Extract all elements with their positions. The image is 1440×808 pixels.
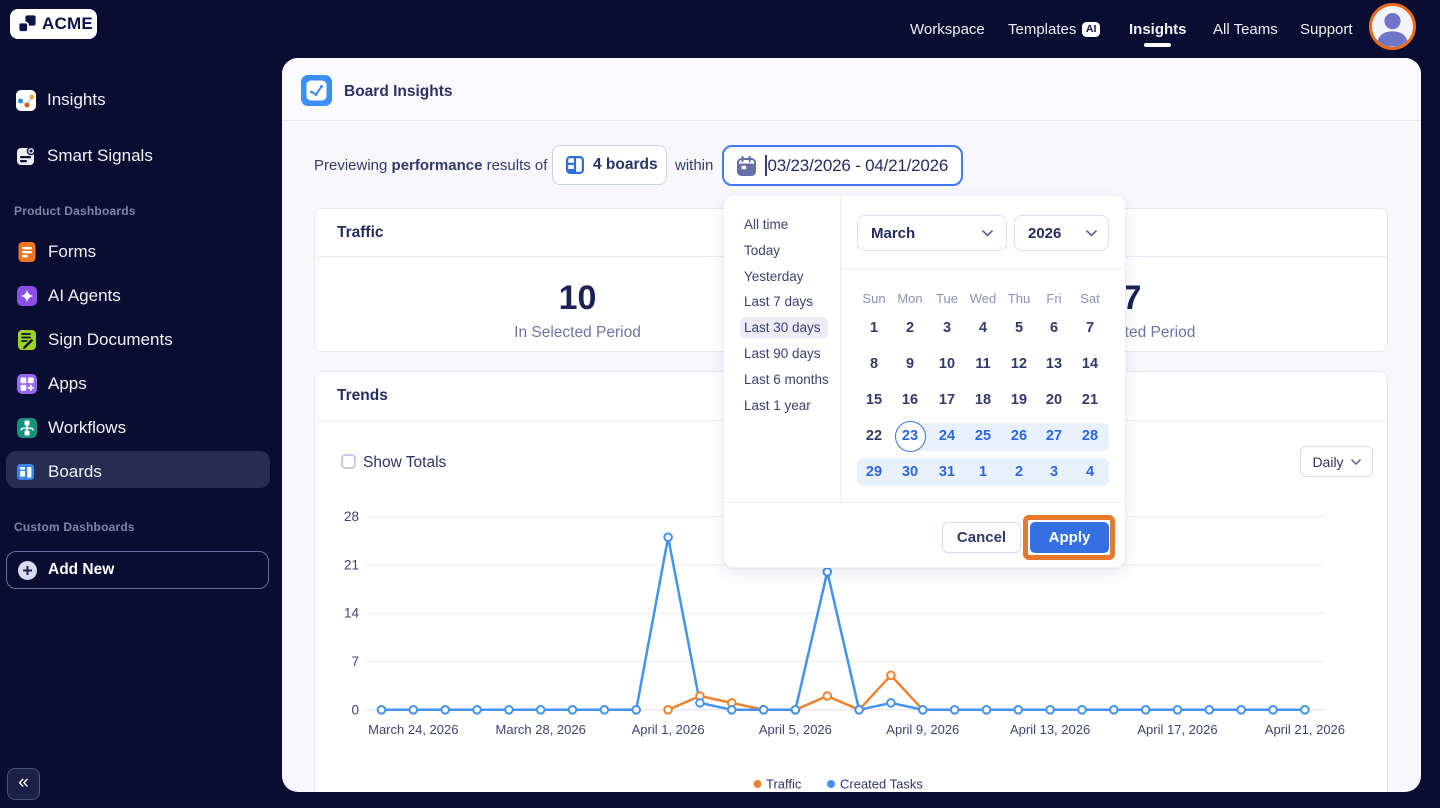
svg-text:April 13, 2026: April 13, 2026 — [1010, 722, 1090, 737]
svg-text:28: 28 — [344, 509, 359, 524]
svg-text:March 28, 2026: March 28, 2026 — [496, 722, 586, 737]
svg-text:March 24, 2026: March 24, 2026 — [368, 722, 458, 737]
svg-text:21: 21 — [344, 557, 359, 572]
svg-text:April 21, 2026: April 21, 2026 — [1265, 722, 1345, 737]
svg-text:14: 14 — [344, 606, 360, 621]
svg-text:7: 7 — [351, 654, 359, 669]
svg-text:Traffic: Traffic — [766, 777, 802, 792]
svg-text:April 1, 2026: April 1, 2026 — [632, 722, 705, 737]
svg-text:April 5, 2026: April 5, 2026 — [759, 722, 832, 737]
svg-text:April 17, 2026: April 17, 2026 — [1137, 722, 1217, 737]
svg-text:Created Tasks: Created Tasks — [840, 777, 923, 792]
svg-text:0: 0 — [351, 702, 359, 717]
svg-text:April 9, 2026: April 9, 2026 — [886, 722, 959, 737]
